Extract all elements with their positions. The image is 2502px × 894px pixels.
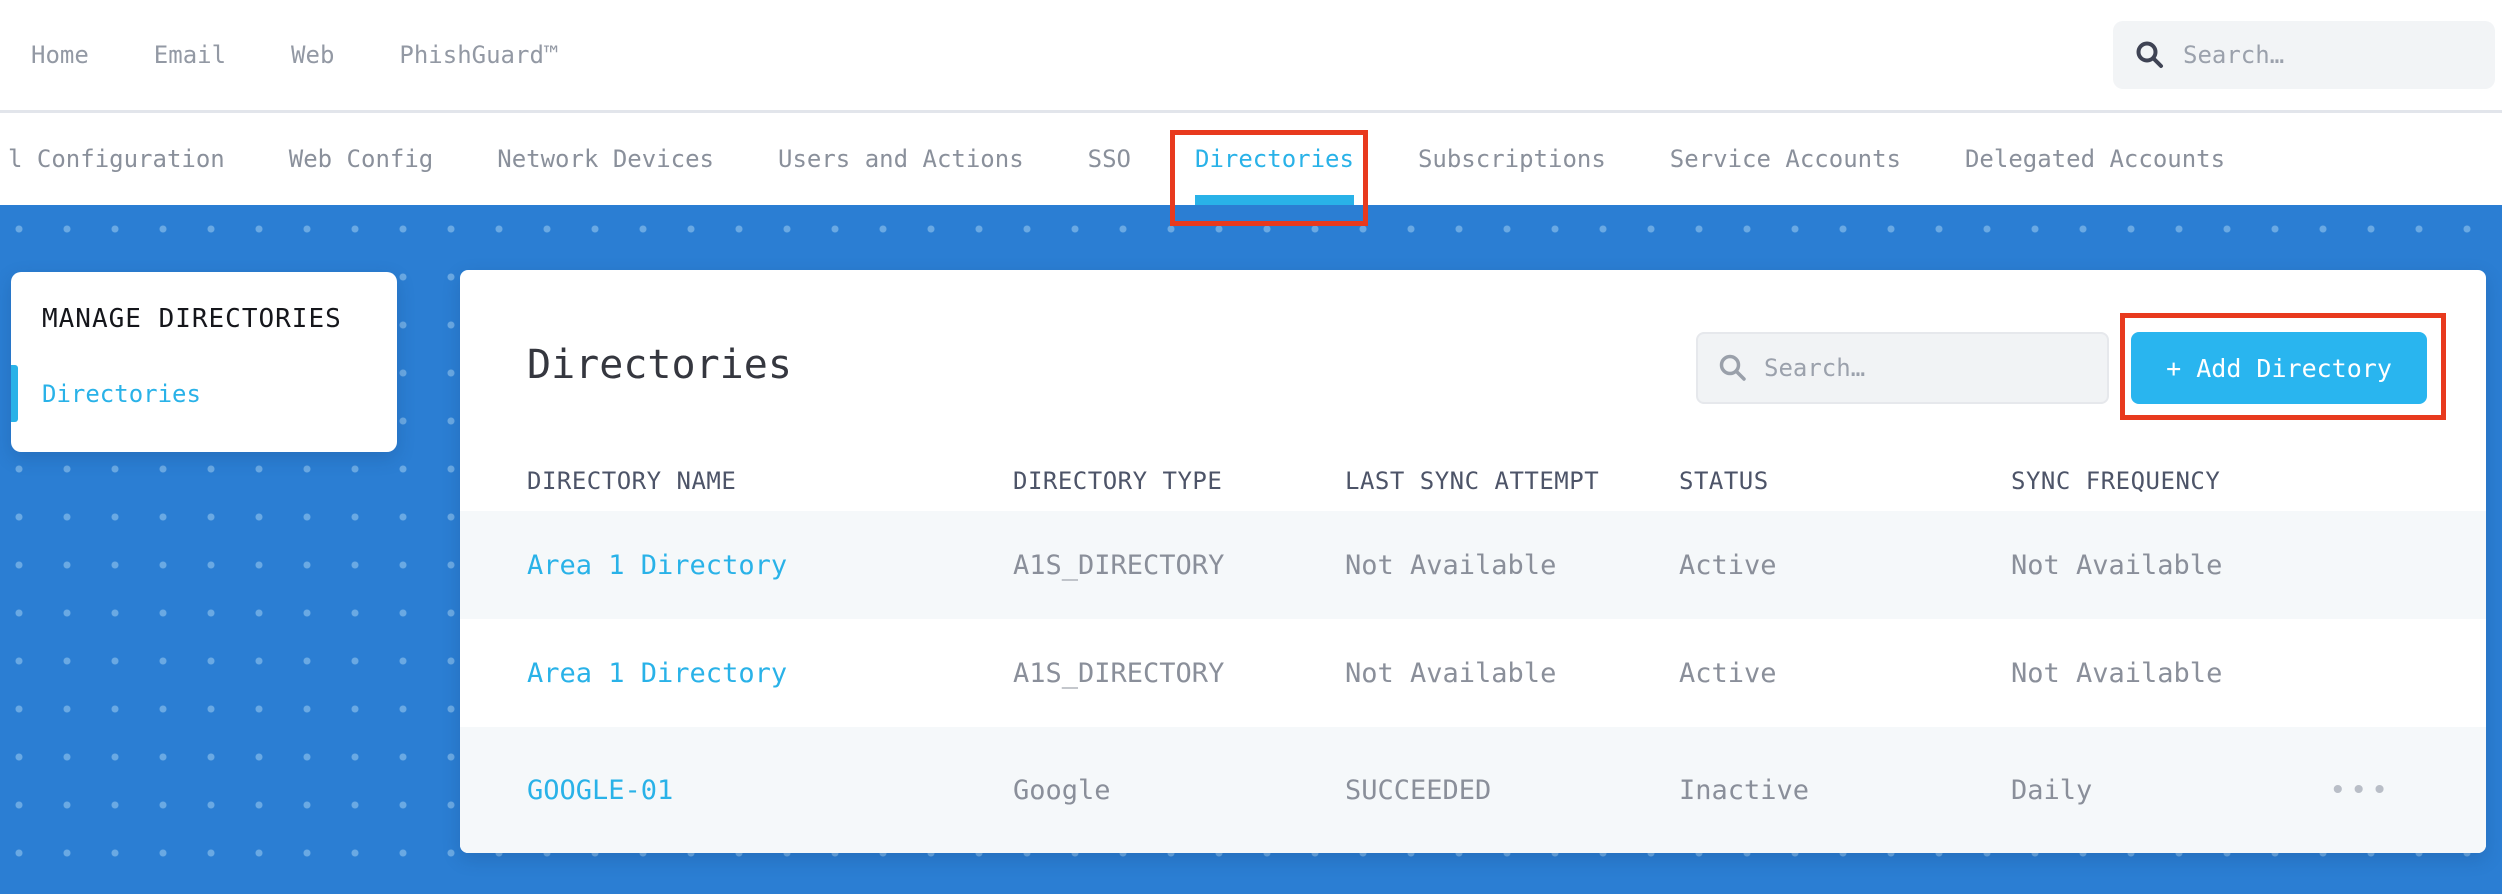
directory-name-link[interactable]: GOOGLE-01: [527, 775, 1013, 806]
status-cell: Inactive: [1679, 774, 1810, 806]
tab-subscriptions[interactable]: Subscriptions: [1418, 113, 1606, 205]
directories-search-box[interactable]: [1696, 332, 2109, 404]
tab-sso[interactable]: SSO: [1088, 113, 1131, 205]
sync-frequency-cell: Daily: [2011, 774, 2093, 806]
topnav-item-web[interactable]: Web: [291, 41, 334, 69]
sync-frequency-cell: Not Available: [2011, 657, 2223, 689]
last-sync-attempt-cell: SUCCEEDED: [1345, 774, 1492, 806]
topnav-item-home[interactable]: Home: [31, 41, 89, 69]
topnav-item-phishguard[interactable]: PhishGuard™: [399, 41, 558, 69]
settings-tab-bar: l Configuration Web Config Network Devic…: [0, 113, 2502, 205]
search-icon: [2136, 41, 2163, 68]
status-cell: Active: [1679, 657, 1777, 689]
directory-type-cell: A1S_DIRECTORY: [1013, 549, 1225, 581]
global-search-input[interactable]: [2183, 41, 2473, 69]
tab-network-devices[interactable]: Network Devices: [497, 113, 714, 205]
row-actions-ellipsis-icon[interactable]: •••: [2329, 774, 2392, 807]
tab-users-and-actions[interactable]: Users and Actions: [778, 113, 1024, 205]
sync-frequency-cell: Not Available: [2011, 549, 2223, 581]
global-search-box[interactable]: [2113, 21, 2495, 89]
directories-search-input[interactable]: [1764, 354, 2087, 382]
column-header-sync-frequency: SYNC FREQUENCY: [2011, 466, 2221, 495]
add-directory-button[interactable]: + Add Directory: [2131, 332, 2427, 404]
sidebar-heading: MANAGE DIRECTORIES: [42, 304, 342, 334]
tab-directories-label: Directories: [1195, 145, 1354, 173]
tab-email-configuration[interactable]: l Configuration: [8, 113, 225, 205]
directories-panel: Directories + Add Directory DIRECTORY NA…: [460, 270, 2486, 853]
directory-name-link[interactable]: Area 1 Directory: [527, 550, 1013, 581]
column-header-status: STATUS: [1679, 466, 1769, 495]
top-nav: Home Email Web PhishGuard™: [0, 0, 2502, 110]
tab-directories[interactable]: Directories: [1195, 113, 1354, 205]
last-sync-attempt-cell: Not Available: [1345, 657, 1557, 689]
page-title: Directories: [527, 342, 792, 388]
sidebar-item-directories[interactable]: Directories: [42, 380, 201, 408]
last-sync-attempt-cell: Not Available: [1345, 549, 1557, 581]
tab-delegated-accounts[interactable]: Delegated Accounts: [1965, 113, 2225, 205]
column-header-directory-name: DIRECTORY NAME: [527, 466, 737, 495]
tab-web-config[interactable]: Web Config: [289, 113, 434, 205]
table-header-row: DIRECTORY NAME DIRECTORY TYPE LAST SYNC …: [460, 450, 2486, 511]
directory-name-link[interactable]: Area 1 Directory: [527, 658, 1013, 689]
directory-type-cell: Google: [1013, 774, 1111, 806]
status-cell: Active: [1679, 549, 1777, 581]
active-item-indicator: [11, 365, 18, 422]
table-row: Area 1 Directory A1S_DIRECTORY Not Avail…: [460, 619, 2486, 727]
topnav-item-email[interactable]: Email: [154, 41, 226, 69]
column-header-last-sync-attempt: LAST SYNC ATTEMPT: [1345, 466, 1600, 495]
directory-type-cell: A1S_DIRECTORY: [1013, 657, 1225, 689]
directories-table: DIRECTORY NAME DIRECTORY TYPE LAST SYNC …: [460, 450, 2486, 853]
column-header-directory-type: DIRECTORY TYPE: [1013, 466, 1223, 495]
table-row: GOOGLE-01 Google SUCCEEDED Inactive Dail…: [460, 727, 2486, 853]
search-icon: [1719, 354, 1746, 381]
tab-service-accounts[interactable]: Service Accounts: [1670, 113, 1901, 205]
active-tab-underline: [1195, 195, 1354, 205]
workspace-background: MANAGE DIRECTORIES Directories Directori…: [0, 205, 2502, 894]
manage-directories-card: MANAGE DIRECTORIES Directories: [11, 272, 397, 452]
table-row: Area 1 Directory A1S_DIRECTORY Not Avail…: [460, 511, 2486, 619]
screen: Home Email Web PhishGuard™ l Configurati…: [0, 0, 2502, 894]
